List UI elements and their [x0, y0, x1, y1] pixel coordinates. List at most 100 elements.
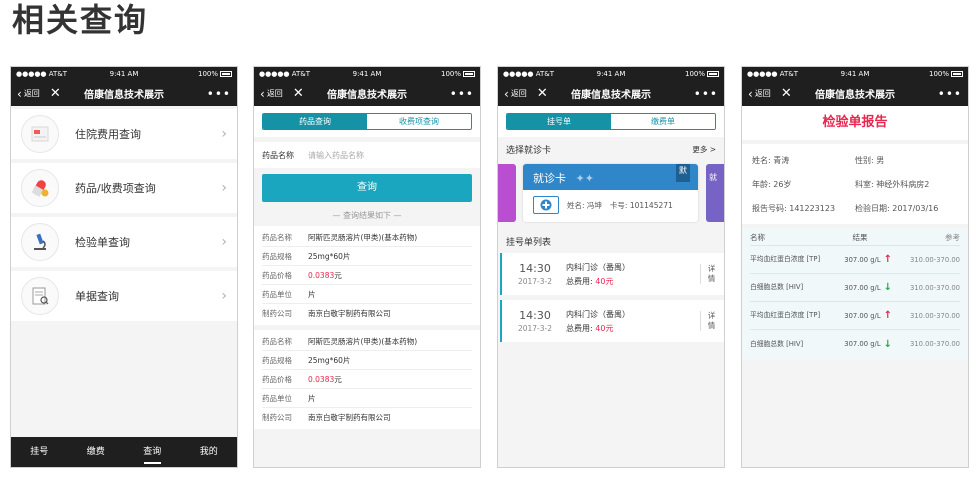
status-bar: ●●●●● AT&T 9:41 AM 100% — [254, 67, 480, 81]
segment-control: 挂号单 缴费单 — [506, 113, 716, 130]
arrow-up-icon: ↑ — [883, 310, 892, 321]
menu-item-receipt[interactable]: 单据查询 › — [11, 271, 237, 321]
close-icon[interactable]: ✕ — [50, 87, 61, 100]
list-title: 挂号单列表 — [506, 237, 552, 248]
segment-control: 药品查询 收费项查询 — [262, 113, 472, 130]
back-button[interactable]: ‹ 返回 — [748, 88, 771, 100]
microscope-icon — [21, 223, 59, 261]
reg-dept: 内科门诊（番禺） — [566, 262, 630, 272]
segment-payment[interactable]: 缴费单 — [611, 114, 715, 129]
chevron-left-icon: ‹ — [260, 86, 265, 101]
nav-title: 倍康信息技术展示 — [571, 90, 651, 101]
tab-payment[interactable]: 缴费 — [68, 437, 125, 467]
medical-cross-icon — [533, 196, 559, 214]
battery-indicator: 100% — [685, 70, 719, 78]
segment-fee-item-query[interactable]: 收费项查询 — [367, 114, 471, 129]
sparkle-icon: ✦✦ — [575, 172, 594, 185]
phone-query-menu: ●●●●● AT&T 9:41 AM 100% ‹ 返回 ✕ 倍康信息技术展示 •… — [10, 66, 238, 468]
card-number: 卡号: 101145271 — [609, 200, 673, 210]
list-item[interactable]: 14:30 2017-3-2 内科门诊（番禺） 总费用: 40元 详情 — [500, 253, 724, 295]
status-bar: ●●●●● AT&T 9:41 AM 100% — [498, 67, 724, 81]
table-row: 白细胞总数 [HIV] 307.00 g/L ↓ 310.00-370.00 — [750, 274, 960, 302]
detail-link[interactable]: 详情 — [700, 311, 718, 331]
reg-fee: 总费用: 40元 — [566, 323, 614, 333]
card-carousel[interactable]: 就诊卡 ✦✦ 默 姓名: 冯坤 卡号: 101145271 就 — [498, 161, 724, 225]
arrow-up-icon: ↑ — [883, 254, 892, 265]
info-row: 姓名: 青涛 性别: 男 — [752, 155, 885, 165]
segment-registration[interactable]: 挂号单 — [507, 114, 611, 129]
reg-time: 14:30 2017-3-2 — [517, 262, 553, 286]
nav-bar: ‹ 返回 ✕ 倍康信息技术展示 ••• — [498, 81, 724, 106]
result-card: 药品名称 阿斯匹灵肠溶片(甲类)(基本药物) 药品规格 25mg*60片 药品价格 0… — [254, 330, 480, 429]
menu-label: 单据查询 — [75, 290, 119, 303]
nav-title: 倍康信息技术展示 — [327, 90, 407, 101]
results-divider: — 查询结果如下 — — [332, 211, 402, 220]
nav-bar: ‹ 返回 ✕ 倍康信息技术展示 ••• — [254, 81, 480, 106]
query-button[interactable]: 查询 — [262, 174, 472, 202]
menu-item-hospital-fee[interactable]: 住院费用查询 › — [11, 109, 237, 159]
reg-info: 内科门诊（番禺） 总费用: 40元 — [562, 309, 700, 334]
close-icon[interactable]: ✕ — [781, 87, 792, 100]
back-button[interactable]: ‹ 返回 — [504, 88, 527, 100]
price-value: 0.0383 — [308, 270, 335, 280]
bottom-tab-bar: 挂号 缴费 查询 我的 — [11, 437, 237, 467]
chevron-left-icon: ‹ — [17, 86, 22, 101]
result-row: 制药公司 南京白敬宇制药有限公司 — [262, 413, 391, 422]
more-options-icon[interactable]: ••• — [450, 88, 474, 100]
hospital-bill-icon — [21, 115, 59, 153]
reg-fee: 总费用: 40元 — [566, 276, 614, 286]
drug-name-input[interactable] — [308, 150, 472, 160]
result-card: 药品名称 阿斯匹灵肠溶片(甲类)(基本药物) 药品规格 25mg*60片 药品价格 0… — [254, 226, 480, 325]
more-options-icon[interactable]: ••• — [694, 88, 718, 100]
tab-query[interactable]: 查询 — [124, 437, 181, 467]
tab-mine[interactable]: 我的 — [181, 437, 238, 467]
chevron-right-icon: › — [221, 234, 227, 250]
menu-item-drug-fee[interactable]: 药品/收费项查询 › — [11, 163, 237, 213]
result-row: 药品单位片 — [262, 285, 472, 304]
nav-bar: ‹ 返回 ✕ 倍康信息技术展示 ••• — [742, 81, 968, 106]
close-icon[interactable]: ✕ — [293, 87, 304, 100]
registration-list-header: 挂号单列表 — [498, 229, 724, 253]
more-link[interactable]: 更多 > — [692, 144, 716, 155]
result-row: 药品价格 0.0383元 — [262, 370, 472, 389]
segment-control-wrapper: 药品查询 收费项查询 — [254, 106, 480, 137]
menu-item-lab-report[interactable]: 检验单查询 › — [11, 217, 237, 267]
phone-drug-query: ●●●●● AT&T 9:41 AM 100% ‹ 返回 ✕ 倍康信息技术展示 •… — [253, 66, 481, 468]
battery-indicator: 100% — [198, 70, 232, 78]
back-button[interactable]: ‹ 返回 — [260, 88, 283, 100]
segment-drug-query[interactable]: 药品查询 — [263, 114, 367, 129]
patient-info: 姓名: 青涛 性别: 男 年龄: 26岁 科室: 神经外科病房2 报告号码: 141… — [742, 144, 968, 224]
menu-label: 检验单查询 — [75, 236, 130, 249]
reg-info: 内科门诊（番禺） 总费用: 40元 — [562, 262, 700, 287]
card-next-peek[interactable]: 就 — [706, 164, 724, 222]
drug-name-label: 药品名称 — [262, 150, 294, 160]
more-options-icon[interactable]: ••• — [207, 88, 231, 100]
chevron-left-icon: ‹ — [504, 86, 509, 101]
result-row: 药品规格 25mg*60片 — [262, 247, 472, 266]
result-row: 药品规格 25mg*60片 — [262, 351, 472, 370]
close-icon[interactable]: ✕ — [537, 87, 548, 100]
select-card-label: 选择就诊卡 — [506, 145, 552, 156]
back-button[interactable]: ‹ 返回 — [17, 88, 40, 100]
reg-dept: 内科门诊（番禺） — [566, 309, 630, 319]
result-row: 药品单位片 — [262, 389, 472, 408]
chevron-right-icon: › — [221, 288, 227, 304]
list-item[interactable]: 14:30 2017-3-2 内科门诊（番禺） 总费用: 40元 详情 — [500, 300, 724, 342]
battery-indicator: 100% — [929, 70, 963, 78]
medical-card[interactable]: 就诊卡 ✦✦ 默 姓名: 冯坤 卡号: 101145271 — [523, 164, 698, 222]
result-row: 制药公司 南京白敬宇制药有限公司 — [262, 309, 391, 318]
tab-register[interactable]: 挂号 — [11, 437, 68, 467]
nav-title: 倍康信息技术展示 — [815, 90, 895, 101]
more-options-icon[interactable]: ••• — [938, 88, 962, 100]
detail-link[interactable]: 详情 — [700, 264, 718, 284]
card-prev-peek[interactable] — [498, 164, 516, 222]
table-row: 白细胞总数 [HIV] 307.00 g/L ↓ 310.00-370.00 — [750, 338, 960, 350]
table-row: 平均血红蛋白浓度 [TP] 307.00 g/L ↑ 310.00-370.00 — [750, 302, 960, 330]
battery-icon — [951, 71, 963, 77]
result-row: 药品名称 阿斯匹灵肠溶片(甲类)(基本药物) — [262, 228, 472, 247]
table-header: 名称 结果 参考 — [750, 230, 960, 246]
status-bar: ●●●●● AT&T 9:41 AM 100% — [11, 67, 237, 81]
result-row: 药品名称 阿斯匹灵肠溶片(甲类)(基本药物) — [262, 332, 472, 351]
nav-bar: ‹ 返回 ✕ 倍康信息技术展示 ••• — [11, 81, 237, 106]
lab-results-table: 名称 结果 参考 平均血红蛋白浓度 [TP] 307.00 g/L ↑ 310.0… — [742, 228, 968, 360]
